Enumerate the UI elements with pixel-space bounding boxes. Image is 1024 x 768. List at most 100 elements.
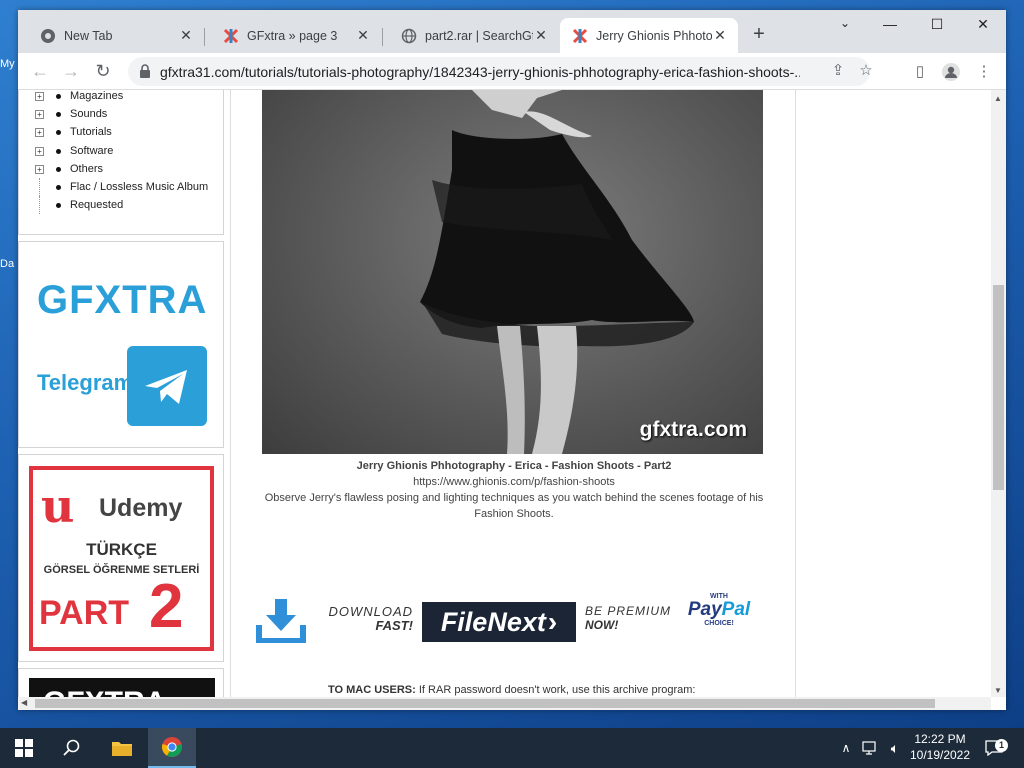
telegram-banner[interactable]: GFXTRA Telegram — [18, 241, 224, 448]
tab-title: GFxtra » page 3 — [247, 28, 338, 43]
premium-label: BE PREMIUM — [585, 604, 672, 618]
download-icon — [256, 599, 306, 644]
premium-now-label: NOW! — [585, 618, 619, 632]
tree-item-tutorials[interactable]: + Tutorials — [35, 123, 112, 141]
scroll-left-icon[interactable]: ◀ — [21, 698, 27, 707]
tree-item-requested[interactable]: Requested — [35, 196, 123, 214]
tree-item-flac[interactable]: Flac / Lossless Music Album — [35, 178, 208, 196]
close-tab-icon[interactable]: ✕ — [712, 27, 728, 44]
profile-avatar-icon[interactable] — [941, 62, 961, 82]
close-window-button[interactable]: ✕ — [968, 16, 998, 36]
mac-users-note: TO MAC USERS: If RAR password doesn't wo… — [328, 684, 696, 696]
horizontal-scroll-thumb[interactable] — [35, 699, 935, 708]
fashion-photo-illustration — [420, 90, 694, 454]
menu-kebab-icon[interactable]: ⋮ — [974, 62, 994, 82]
vertical-scroll-thumb[interactable] — [993, 285, 1004, 490]
close-tab-icon[interactable]: ✕ — [533, 27, 549, 44]
browser-window: New Tab ✕ GFxtra » page 3 ✕ part2.rar | … — [18, 10, 1006, 710]
tab-title: part2.rar | SearchGfx — [425, 28, 533, 43]
post-title: Jerry Ghionis Phhotography - Erica - Fas… — [356, 460, 672, 472]
clock[interactable]: 12:22 PM 10/19/2022 — [904, 731, 976, 763]
main-column: gfxtra.com Jerry Ghionis Phhotography - … — [230, 90, 796, 697]
category-tree: + Magazines + Sounds + Tutorials + Software … — [18, 90, 224, 235]
post-description: Observe Jerry's flawless posing and ligh… — [264, 492, 764, 520]
close-tab-icon[interactable]: ✕ — [355, 27, 371, 44]
tab-title: New Tab — [64, 28, 113, 43]
tab-jerry-ghionis[interactable]: Jerry Ghionis Phhotog ✕ — [560, 18, 738, 53]
scroll-down-icon[interactable]: ▼ — [994, 686, 1002, 695]
address-bar[interactable]: gfxtra31.com/tutorials/tutorials-photogr… — [128, 57, 873, 86]
expand-icon[interactable]: + — [35, 146, 44, 156]
lock-icon[interactable] — [139, 64, 151, 78]
chrome-icon — [40, 28, 56, 44]
vertical-scrollbar[interactable]: ▲ ▼ — [991, 90, 1006, 697]
filenext-button[interactable]: FileNext › — [422, 602, 576, 642]
clock-time: 12:22 PM — [914, 732, 966, 746]
udemy-logo-icon: u — [41, 479, 75, 533]
expand-icon[interactable]: + — [35, 109, 44, 119]
tab-search-icon[interactable]: ⌄ — [830, 16, 860, 36]
udemy-brand: Udemy — [99, 494, 183, 522]
udemy-banner[interactable]: u Udemy TÜRKÇE GÖRSEL ÖĞRENME SETLERİ PA… — [18, 454, 224, 662]
download-fast-label: FAST! — [375, 618, 413, 633]
search-icon[interactable] — [48, 728, 96, 768]
network-icon[interactable] — [860, 728, 882, 768]
bookmark-star-icon[interactable]: ☆ — [858, 61, 874, 81]
file-explorer-icon[interactable] — [98, 728, 146, 768]
tree-item-magazines[interactable]: + Magazines — [35, 90, 123, 105]
post-photo: gfxtra.com — [262, 90, 763, 454]
side-panel-icon[interactable]: ▯ — [910, 62, 930, 82]
browser-toolbar: ← → ↻ gfxtra31.com/tutorials/tutorials-p… — [18, 53, 1006, 90]
taskbar: ∧ 🔈︎ 12:22 PM 10/19/2022 1 — [0, 728, 1024, 768]
expand-icon[interactable]: + — [35, 91, 44, 101]
show-hidden-icons-icon[interactable]: ∧ — [838, 728, 854, 768]
clock-date: 10/19/2022 — [909, 748, 971, 762]
left-sidebar: + Magazines + Sounds + Tutorials + Software … — [18, 90, 224, 697]
expand-icon[interactable]: + — [35, 127, 44, 137]
download-banner[interactable]: DOWNLOAD FAST! FileNext › BE PREMIUM NOW… — [251, 593, 777, 645]
banner-telegram-label: Telegram — [37, 370, 134, 395]
arrow-right-icon: › — [547, 606, 558, 637]
volume-icon[interactable]: 🔈︎ — [884, 728, 906, 768]
reload-icon[interactable]: ↻ — [93, 61, 113, 81]
close-tab-icon[interactable]: ✕ — [178, 27, 194, 44]
photo-watermark: gfxtra.com — [639, 418, 747, 441]
expand-icon[interactable]: + — [35, 164, 44, 174]
tab-new-tab[interactable]: New Tab ✕ — [22, 18, 204, 53]
windows-start-icon[interactable] — [0, 728, 48, 768]
scroll-up-icon[interactable]: ▲ — [994, 94, 1002, 103]
post-caption: Jerry Ghionis Phhotography - Erica - Fas… — [251, 458, 777, 522]
notification-icon[interactable]: 1 — [982, 728, 1008, 768]
tree-item-others[interactable]: + Others — [35, 160, 103, 178]
gfxtra-banner-2[interactable]: GFXTRA — [18, 668, 224, 697]
desktop-icon-label[interactable]: Da — [0, 258, 18, 270]
notification-badge: 1 — [995, 739, 1008, 752]
forward-icon[interactable]: → — [61, 61, 81, 81]
desktop-icon-label[interactable]: My — [0, 58, 18, 70]
page-content: + Magazines + Sounds + Tutorials + Software … — [18, 90, 991, 697]
maximize-button[interactable]: ☐ — [922, 16, 952, 36]
filenext-brand: FileNext — [440, 606, 546, 637]
post-url[interactable]: https://www.ghionis.com/p/fashion-shoots — [251, 474, 777, 490]
url-text[interactable]: gfxtra31.com/tutorials/tutorials-photogr… — [160, 64, 800, 80]
tree-item-sounds[interactable]: + Sounds — [35, 105, 107, 123]
new-tab-button[interactable]: + — [748, 24, 770, 46]
right-column — [796, 90, 991, 697]
tab-gfxtra-page3[interactable]: GFxtra » page 3 ✕ — [205, 18, 381, 53]
horizontal-scrollbar[interactable]: ◀ — [18, 697, 991, 710]
globe-icon — [401, 28, 417, 44]
paypal-logo: WITH PayPal CHOICE! — [687, 593, 751, 627]
chrome-taskbar-icon[interactable] — [148, 728, 196, 768]
download-label: DOWNLOAD — [328, 604, 413, 619]
share-icon[interactable]: ⇪ — [828, 61, 848, 81]
banner-brand: GFXTRA — [37, 278, 208, 322]
telegram-icon — [127, 346, 207, 426]
back-icon[interactable]: ← — [30, 61, 50, 81]
tab-title: Jerry Ghionis Phhotog — [596, 28, 712, 43]
gfxtra-icon — [572, 28, 588, 44]
gfxtra-icon — [223, 28, 239, 44]
minimize-button[interactable]: — — [875, 16, 905, 36]
tab-searchgfx[interactable]: part2.rar | SearchGfx ✕ — [383, 18, 559, 53]
tab-strip: New Tab ✕ GFxtra » page 3 ✕ part2.rar | … — [18, 10, 1006, 53]
tree-item-software[interactable]: + Software — [35, 142, 113, 160]
